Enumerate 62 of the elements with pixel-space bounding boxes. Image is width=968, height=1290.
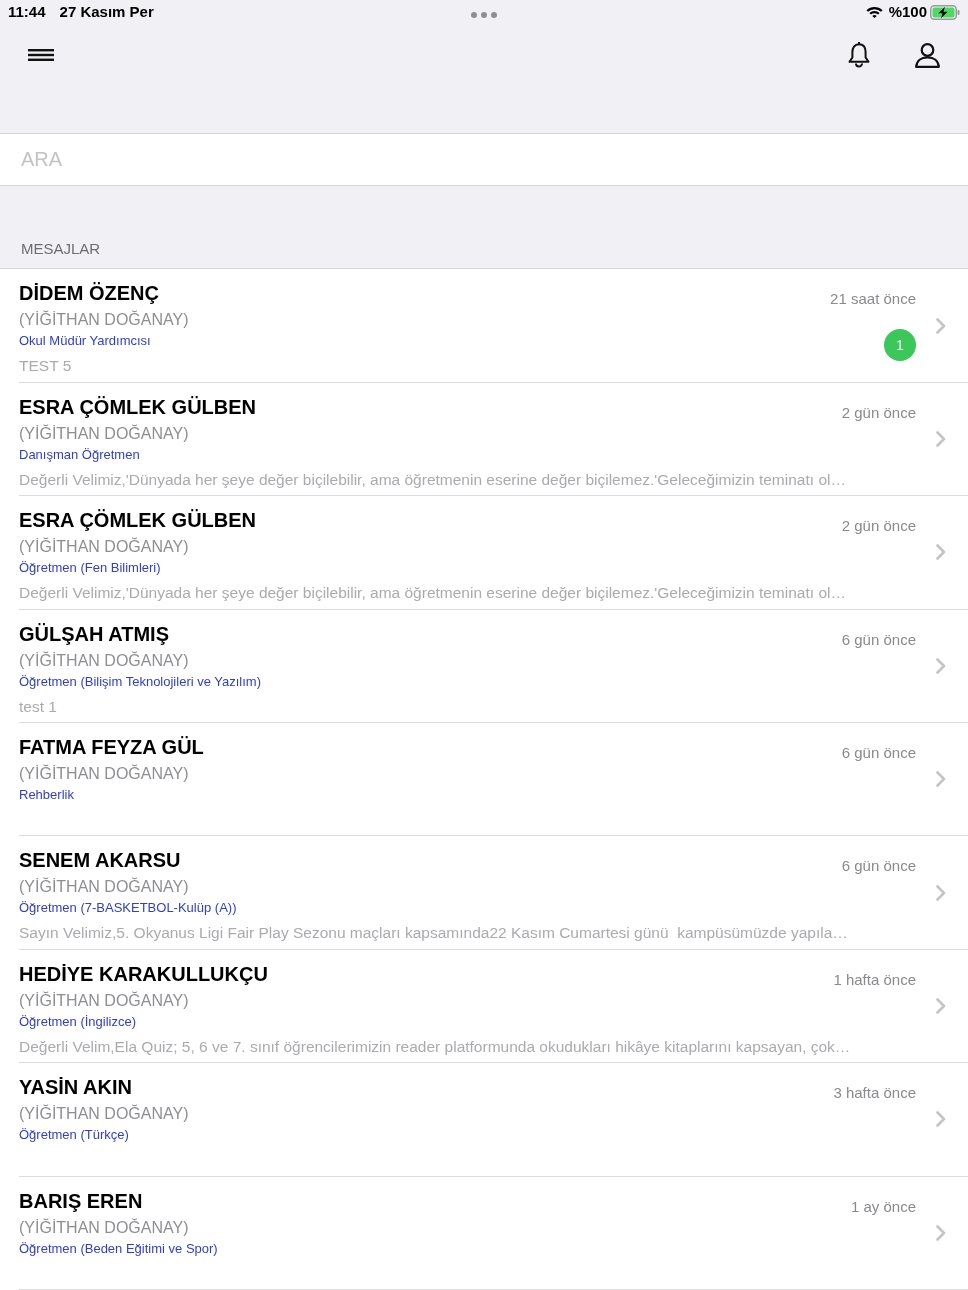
sender-name: HEDİYE KARAKULLUKÇU bbox=[19, 961, 268, 986]
menu-icon[interactable] bbox=[28, 49, 54, 61]
chevron-right-icon bbox=[936, 1111, 946, 1128]
sender-role: Öğretmen (Türkçe) bbox=[19, 1126, 129, 1145]
section-header: MESAJLAR bbox=[21, 240, 101, 259]
message-preview: Sayın Velimiz,5. Okyanus Ligi Fair Play Sezonu maçları kapsamında22 Kasım Cumartesi günü kampüsümüzde yapıla… bbox=[19, 923, 848, 944]
recipient-name: (YİĞİTHAN DOĞANAY) bbox=[19, 1103, 189, 1125]
sender-name: YASİN AKIN bbox=[19, 1075, 132, 1100]
sender-role: Okul Müdür Yardımcısı bbox=[19, 332, 151, 351]
recipient-name: (YİĞİTHAN DOĞANAY) bbox=[19, 876, 189, 898]
message-preview: test 1 bbox=[19, 696, 57, 717]
status-date: 27 Kasım Per bbox=[59, 3, 154, 21]
message-time: 6 gün önce bbox=[841, 744, 916, 763]
sender-name: GÜLŞAH ATMIŞ bbox=[19, 621, 169, 646]
battery-charging-icon bbox=[930, 4, 960, 20]
recipient-name: (YİĞİTHAN DOĞANAY) bbox=[19, 990, 189, 1011]
sender-name: DİDEM ÖZENÇ bbox=[19, 281, 159, 306]
message-time: 2 gün önce bbox=[841, 403, 916, 422]
bell-icon[interactable] bbox=[848, 42, 870, 68]
sender-name: FATMA FEYZA GÜL bbox=[19, 735, 204, 760]
user-icon[interactable] bbox=[915, 42, 940, 68]
message-time: 1 hafta önce bbox=[833, 970, 916, 989]
chevron-right-icon bbox=[936, 544, 946, 561]
sender-role: Öğretmen (İngilizce) bbox=[19, 1012, 137, 1031]
sender-role: Öğretmen (Bilişim Teknolojileri ve Yazılım) bbox=[19, 672, 262, 691]
recipient-name: (YİĞİTHAN DOĞANAY) bbox=[19, 423, 189, 444]
recipient-name: (YİĞİTHAN DOĞANAY) bbox=[19, 1217, 189, 1238]
sender-name: ESRA ÇÖMLEK GÜLBEN bbox=[19, 394, 257, 419]
sender-role: Danışman Öğretmen bbox=[19, 445, 140, 464]
sender-role: Öğretmen (Beden Eğitimi ve Spor) bbox=[19, 1239, 218, 1258]
chevron-right-icon bbox=[936, 998, 946, 1014]
chevron-right-icon bbox=[936, 1224, 946, 1241]
message-time: 3 hafta önce bbox=[833, 1084, 916, 1103]
message-preview: Değerli Velim,Ela Quiz; 5, 6 ve 7. sınıf öğrencilerimizin reader platformunda okudukları hikâye kitaplarını kapsayan, çok… bbox=[19, 1036, 851, 1057]
message-preview: Değerli Velimiz,'Dünyada her şeye değer biçilebilir, ama öğretmenin eserine değer biçilemez.'Geleceğimizin teminatı ol… bbox=[19, 583, 846, 604]
sender-role: Rehberlik bbox=[19, 786, 74, 805]
more-dots-icon[interactable] bbox=[471, 12, 497, 18]
chevron-right-icon bbox=[936, 431, 946, 448]
sender-role: Öğretmen (Fen Bilimleri) bbox=[19, 559, 161, 578]
chevron-right-icon bbox=[936, 657, 946, 674]
chevron-right-icon bbox=[936, 771, 946, 788]
message-time: 2 gün önce bbox=[841, 517, 916, 536]
sender-role: Öğretmen (7-BASKETBOL-Kulüp (A)) bbox=[19, 899, 237, 918]
sender-name: ESRA ÇÖMLEK GÜLBEN bbox=[19, 508, 257, 533]
message-time: 6 gün önce bbox=[841, 857, 916, 876]
status-time: 11:44 bbox=[8, 3, 46, 21]
chevron-right-icon bbox=[936, 884, 946, 901]
message-time: 6 gün önce bbox=[841, 630, 916, 649]
recipient-name: (YİĞİTHAN DOĞANAY) bbox=[19, 650, 189, 671]
message-preview: TEST 5 bbox=[19, 356, 72, 377]
battery-percentage: %100 bbox=[888, 3, 927, 21]
unread-count-badge: 1 bbox=[884, 329, 916, 362]
sender-name: BARIŞ EREN bbox=[19, 1188, 143, 1213]
recipient-name: (YİĞİTHAN DOĞANAY) bbox=[19, 309, 189, 331]
message-preview: Değerli Velimiz,'Dünyada her şeye değer biçilebilir, ama öğretmenin eserine değer biçilemez.'Geleceğimizin teminatı ol… bbox=[19, 469, 846, 490]
chevron-right-icon bbox=[936, 317, 946, 334]
message-time: 1 ay önce bbox=[850, 1197, 916, 1216]
sender-name: SENEM AKARSU bbox=[19, 848, 181, 873]
wifi-icon bbox=[865, 6, 883, 18]
recipient-name: (YİĞİTHAN DOĞANAY) bbox=[19, 763, 189, 785]
recipient-name: (YİĞİTHAN DOĞANAY) bbox=[19, 536, 189, 558]
message-time: 21 saat önce bbox=[830, 290, 916, 309]
